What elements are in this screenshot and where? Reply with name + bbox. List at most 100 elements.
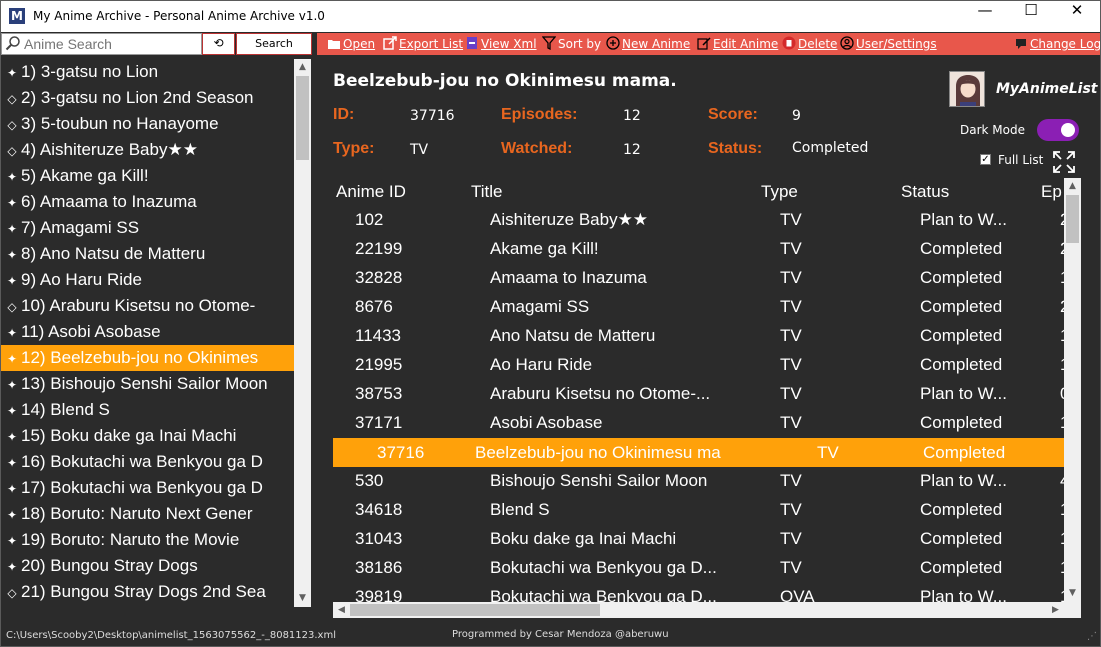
table-row[interactable]: 37171Asobi AsobaseTVCompleted1 bbox=[333, 408, 1064, 437]
anime-list-item[interactable]: ✦ 18) Boruto: Naruto Next Gener bbox=[1, 501, 294, 527]
column-header-anime-id[interactable]: Anime ID bbox=[336, 182, 406, 202]
resize-grip-icon[interactable]: ⋰ bbox=[1087, 631, 1097, 642]
table-row[interactable]: 34618Blend STVCompleted1 bbox=[333, 495, 1064, 524]
search-input[interactable] bbox=[24, 36, 200, 52]
table-row[interactable]: 22199Akame ga Kill!TVCompleted2 bbox=[333, 234, 1064, 263]
cell-status: Completed bbox=[920, 326, 1003, 345]
user-avatar[interactable] bbox=[949, 71, 985, 107]
cell-status: Completed bbox=[923, 443, 1006, 462]
edit-anime-button[interactable]: Edit Anime bbox=[697, 35, 778, 53]
column-header-status[interactable]: Status bbox=[901, 182, 949, 202]
scrollbar-thumb[interactable] bbox=[350, 604, 600, 616]
scrollbar-thumb[interactable] bbox=[1066, 195, 1079, 243]
cell-title: Ao Haru Ride bbox=[490, 355, 593, 374]
user-settings-button[interactable]: User/Settings bbox=[840, 35, 937, 53]
cell-type: TV bbox=[780, 210, 802, 229]
table-row[interactable]: 11433Ano Natsu de MatteruTVCompleted1 bbox=[333, 321, 1064, 350]
dark-mode-toggle[interactable] bbox=[1037, 119, 1079, 141]
anime-list-label: 13) Bishoujo Senshi Sailor Moon bbox=[21, 374, 268, 393]
anime-list-item[interactable]: ◇ 21) Bungou Stray Dogs 2nd Sea bbox=[1, 579, 294, 605]
trash-icon bbox=[782, 36, 796, 50]
minimize-button[interactable]: — bbox=[962, 1, 1008, 32]
anime-list-item[interactable]: ◇ 2) 3-gatsu no Lion 2nd Season bbox=[1, 85, 294, 111]
table-row[interactable]: 31043Boku dake ga Inai MachiTVCompleted1 bbox=[333, 524, 1064, 553]
table-row[interactable]: 39819 Bokutachi wa Benkyou ga D... OVA Plan… bbox=[333, 582, 1064, 602]
anime-list-item[interactable]: ◇ 10) Araburu Kisetsu no Otome- bbox=[1, 293, 294, 319]
anime-list-label: 8) Ano Natsu de Matteru bbox=[21, 244, 206, 263]
anime-list-item[interactable]: ✦ 11) Asobi Asobase bbox=[1, 319, 294, 345]
anime-list-item-selected[interactable]: ✦ 12) Beelzebub-jou no Okinimes bbox=[1, 345, 294, 371]
anime-list-item[interactable]: ✦ 20) Bungou Stray Dogs bbox=[1, 553, 294, 579]
table-row[interactable]: 8676Amagami SSTVCompleted2 bbox=[333, 292, 1064, 321]
anime-list-item[interactable]: ◇ 3) 5-toubun no Hanayome bbox=[1, 111, 294, 137]
anime-list-item[interactable]: ✦ 13) Bishoujo Senshi Sailor Moon bbox=[1, 371, 294, 397]
bullet-icon: ✦ bbox=[6, 274, 18, 288]
table-row[interactable]: 38753 Araburu Kisetsu no Otome-... TV Plan … bbox=[333, 379, 1064, 408]
search-button[interactable]: Search bbox=[236, 33, 312, 55]
anime-list-item[interactable]: ✦ 17) Bokutachi wa Benkyou ga D bbox=[1, 475, 294, 501]
view-xml-button[interactable]: View Xml bbox=[465, 35, 537, 53]
anime-list-scrollbar[interactable]: ▲ ▼ bbox=[294, 59, 311, 607]
column-header-title[interactable]: Title bbox=[471, 182, 503, 202]
anime-list-item[interactable]: ✦ 7) Amagami SS bbox=[1, 215, 294, 241]
table-row[interactable]: 530 Bishoujo Senshi Sailor Moon TV Plan to … bbox=[333, 466, 1064, 495]
table-row[interactable]: 102Aishiteruze Baby★★TVPlan to W...2 bbox=[333, 205, 1064, 234]
delete-button[interactable]: Delete bbox=[782, 35, 837, 53]
cell-type: TV bbox=[780, 413, 802, 432]
grid-horizontal-scrollbar[interactable]: ◀ ▶ bbox=[333, 602, 1081, 618]
close-button[interactable]: ✕ bbox=[1054, 1, 1100, 32]
cell-title: Bokutachi wa Benkyou ga D... bbox=[490, 558, 717, 577]
user-icon bbox=[840, 36, 854, 50]
scroll-left-icon[interactable]: ◀ bbox=[333, 602, 350, 618]
bullet-icon: ✦ bbox=[6, 560, 18, 574]
cell-status: Plan to W... bbox=[920, 210, 1007, 229]
cell-id: 38186 bbox=[355, 558, 403, 577]
scroll-down-icon[interactable]: ▼ bbox=[294, 590, 311, 607]
full-list-checkbox[interactable]: ✓ bbox=[980, 154, 991, 165]
anime-list-item[interactable]: ◇ 4) Aishiteruze Baby★★ bbox=[1, 137, 294, 163]
change-log-button[interactable]: Change Log bbox=[1014, 35, 1100, 53]
anime-list-label: 9) Ao Haru Ride bbox=[21, 270, 142, 289]
cell-id: 11433 bbox=[355, 326, 402, 345]
maximize-button[interactable]: ☐ bbox=[1008, 1, 1054, 32]
anime-list-label: 11) Asobi Asobase bbox=[21, 322, 161, 341]
episodes-label: Episodes: bbox=[501, 106, 578, 123]
cell-type: TV bbox=[780, 471, 802, 490]
anime-list-item[interactable]: ✦ 16) Bokutachi wa Benkyou ga D bbox=[1, 449, 294, 475]
clear-search-button[interactable]: ⟲ bbox=[202, 33, 235, 55]
table-row[interactable]: 21995Ao Haru RideTVCompleted1 bbox=[333, 350, 1064, 379]
window-title: My Anime Archive - Personal Anime Archiv… bbox=[33, 9, 325, 23]
search-icon bbox=[5, 35, 21, 55]
cell-status: Completed bbox=[920, 355, 1003, 374]
anime-list-item[interactable]: ✦ 8) Ano Natsu de Matteru bbox=[1, 241, 294, 267]
table-row-selected[interactable]: 37716 Beelzebub-jou no Okinimesu ma TV Comp… bbox=[333, 438, 1064, 467]
cell-id: 32828 bbox=[355, 268, 403, 287]
anime-list-item[interactable]: ✦ 19) Boruto: Naruto the Movie bbox=[1, 527, 294, 553]
cell-id: 39819 bbox=[355, 587, 403, 602]
table-row[interactable]: 38186 Bokutachi wa Benkyou ga D... TV Compl… bbox=[333, 553, 1064, 582]
export-list-button[interactable]: Export List bbox=[383, 35, 463, 53]
column-header-episodes[interactable]: Ep bbox=[1041, 182, 1062, 202]
scroll-up-icon[interactable]: ▲ bbox=[1064, 178, 1081, 195]
anime-list-item[interactable]: ✦ 9) Ao Haru Ride bbox=[1, 267, 294, 293]
anime-list-item[interactable]: ✦ 15) Boku dake ga Inai Machi bbox=[1, 423, 294, 449]
column-header-type[interactable]: Type bbox=[761, 182, 798, 202]
grid-vertical-scrollbar[interactable]: ▲ ▼ bbox=[1064, 178, 1081, 602]
scroll-up-icon[interactable]: ▲ bbox=[294, 59, 311, 76]
table-row[interactable]: 32828Amaama to InazumaTVCompleted1 bbox=[333, 263, 1064, 292]
title-bar: M My Anime Archive - Personal Anime Arch… bbox=[1, 1, 1100, 32]
scrollbar-thumb[interactable] bbox=[296, 76, 309, 160]
scroll-down-icon[interactable]: ▼ bbox=[1064, 585, 1081, 602]
anime-list-item[interactable]: ✦ 6) Amaama to Inazuma bbox=[1, 189, 294, 215]
anime-list-item[interactable]: ✦ 14) Blend S bbox=[1, 397, 294, 423]
cell-type: TV bbox=[780, 239, 802, 258]
anime-list-item[interactable]: ✦ 5) Akame ga Kill! bbox=[1, 163, 294, 189]
expand-icon[interactable] bbox=[1053, 151, 1075, 173]
scroll-right-icon[interactable]: ▶ bbox=[1047, 602, 1064, 618]
new-anime-button[interactable]: New Anime bbox=[606, 35, 690, 53]
anime-list: ✦ 1) 3-gatsu no Lion ◇ 2) 3-gatsu no Lion … bbox=[1, 59, 294, 607]
open-button[interactable]: Open bbox=[327, 35, 375, 53]
sort-by-button[interactable]: Sort by bbox=[541, 35, 601, 53]
anime-list-label: 7) Amagami SS bbox=[21, 218, 140, 237]
anime-list-item[interactable]: ✦ 1) 3-gatsu no Lion bbox=[1, 59, 294, 85]
